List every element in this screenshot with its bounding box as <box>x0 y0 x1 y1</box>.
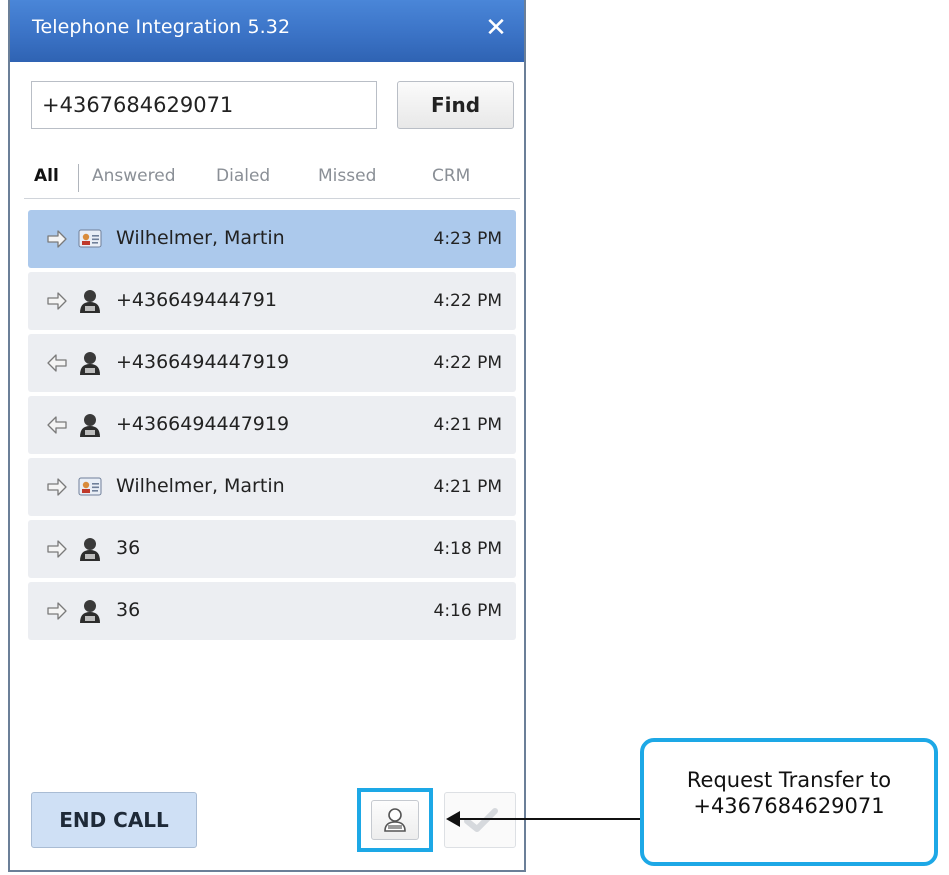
callout-line-2: +4367684629071 <box>693 794 885 818</box>
person-icon <box>78 288 102 314</box>
callout-line-1: Request Transfer to <box>686 768 892 792</box>
tab-divider <box>78 164 79 192</box>
call-time: 4:22 PM <box>433 291 503 311</box>
end-call-button[interactable]: END CALL <box>31 792 197 848</box>
search-input[interactable] <box>31 81 377 129</box>
call-row[interactable]: 36 4:18 PM <box>28 520 516 578</box>
callout-arrow-line <box>452 818 640 820</box>
tab-missed[interactable]: Missed <box>318 166 376 186</box>
request-transfer-button[interactable] <box>357 788 433 852</box>
call-time: 4:22 PM <box>433 353 503 373</box>
call-contact-name: Wilhelmer, Martin <box>116 475 285 497</box>
call-time: 4:18 PM <box>433 539 503 559</box>
person-icon <box>78 598 102 624</box>
callout-arrow-head <box>446 811 460 827</box>
call-time: 4:16 PM <box>433 601 503 621</box>
call-contact-name: +436649444791 <box>116 289 277 311</box>
telephone-integration-window: Telephone Integration 5.32 ✕ Find All An… <box>8 0 526 872</box>
person-icon <box>78 412 102 438</box>
outgoing-arrow-icon <box>46 290 68 312</box>
tab-answered[interactable]: Answered <box>92 166 176 186</box>
call-row[interactable]: +4366494447919 4:21 PM <box>28 396 516 454</box>
call-time: 4:21 PM <box>433 477 503 497</box>
call-row[interactable]: 36 4:16 PM <box>28 582 516 640</box>
incoming-arrow-icon <box>46 414 68 436</box>
call-contact-name: +4366494447919 <box>116 413 290 435</box>
transfer-callout: Request Transfer to +4367684629071 <box>640 738 938 866</box>
person-transfer-icon <box>384 808 406 832</box>
contact-card-icon <box>78 226 102 252</box>
call-row[interactable]: Wilhelmer, Martin 4:21 PM <box>28 458 516 516</box>
person-icon <box>78 350 102 376</box>
outgoing-arrow-icon <box>46 600 68 622</box>
call-row[interactable]: +4366494447919 4:22 PM <box>28 334 516 392</box>
outgoing-arrow-icon <box>46 538 68 560</box>
tab-all[interactable]: All <box>34 166 59 186</box>
call-row[interactable]: +436649444791 4:22 PM <box>28 272 516 330</box>
title-bar[interactable]: Telephone Integration 5.32 ✕ <box>10 0 524 62</box>
incoming-arrow-icon <box>46 352 68 374</box>
close-icon[interactable]: ✕ <box>480 12 512 44</box>
window-title: Telephone Integration 5.32 <box>32 16 291 38</box>
call-filter-tabs: All Answered Dialed Missed CRM <box>24 156 520 199</box>
call-contact-name: +4366494447919 <box>116 351 290 373</box>
outgoing-arrow-icon <box>46 476 68 498</box>
person-icon <box>78 536 102 562</box>
contact-card-icon <box>78 474 102 500</box>
call-row[interactable]: Wilhelmer, Martin 4:23 PM <box>28 210 516 268</box>
find-button[interactable]: Find <box>397 81 514 129</box>
transfer-button-face <box>371 800 419 840</box>
call-contact-name: 36 <box>116 537 141 559</box>
tab-crm[interactable]: CRM <box>432 166 470 186</box>
call-time: 4:21 PM <box>433 415 503 435</box>
tab-dialed[interactable]: Dialed <box>216 166 270 186</box>
call-contact-name: 36 <box>116 599 141 621</box>
outgoing-arrow-icon <box>46 228 68 250</box>
call-contact-name: Wilhelmer, Martin <box>116 227 285 249</box>
call-time: 4:23 PM <box>433 229 503 249</box>
